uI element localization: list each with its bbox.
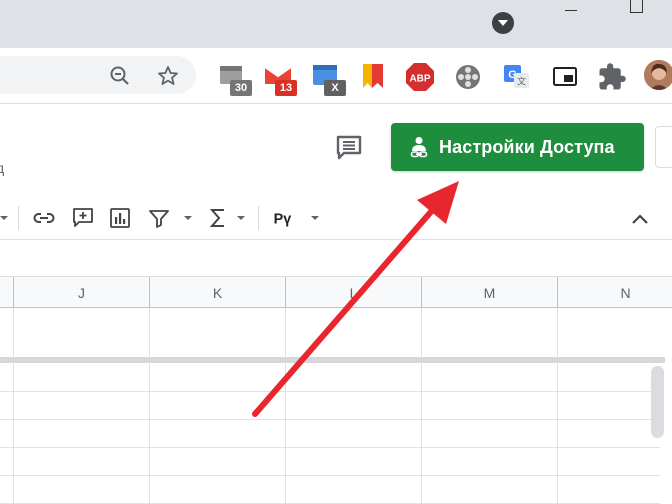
comments-icon[interactable] [335,133,363,161]
share-access-label: Настройки Доступа [439,136,615,157]
adblock-label: ABP [409,74,430,85]
functions-dropdown-caret-icon[interactable] [237,216,245,220]
browser-titlebar [0,0,672,48]
collapse-menus-chevron-up-icon[interactable] [628,208,652,232]
input-tools-icon[interactable]: Рү [272,206,296,230]
grid-row-line [0,419,660,420]
svg-text:文: 文 [517,76,526,88]
column-header-k[interactable]: K [150,277,286,308]
picture-in-picture-icon[interactable] [551,62,581,92]
column-header-m[interactable]: M [422,277,558,308]
person-link-icon [410,137,428,158]
calendar-extension-icon[interactable]: 30 [218,62,252,96]
gmail-badge: 13 [275,80,297,96]
vertical-scrollbar[interactable] [651,366,664,438]
grid-row-line [0,475,660,476]
menu-fragment-text: д [0,160,5,176]
share-access-button[interactable]: Настройки Доступа [391,123,644,171]
insert-chart-icon[interactable] [108,206,132,230]
bookmark-star-icon[interactable] [156,64,180,88]
adblock-icon[interactable]: ABP [405,62,435,92]
column-header-partial[interactable] [0,277,14,308]
film-reel-extension-icon[interactable] [454,62,484,92]
toolbar-separator [258,206,259,230]
x-badge: X [324,80,346,96]
sheets-toolbar [0,196,672,240]
bookmark-extension-icon[interactable] [360,62,390,92]
zoom-out-icon[interactable] [108,64,132,88]
cell-grid[interactable] [0,308,672,504]
formula-bar[interactable] [0,241,672,277]
minimize-window-icon[interactable] [565,10,577,11]
input-tools-label: Рү [274,212,292,228]
x-extension-icon[interactable]: X [312,62,346,96]
grid-row-line [0,391,660,392]
grid-row-line [0,447,660,448]
filter-icon[interactable] [147,206,171,230]
filter-dropdown-caret-icon[interactable] [184,216,192,220]
functions-sigma-icon[interactable] [206,206,230,230]
prev-dropdown-caret-icon[interactable] [0,216,8,220]
account-button-edge[interactable] [655,126,672,168]
maximize-window-icon[interactable] [630,0,643,13]
column-header-j[interactable]: J [14,277,150,308]
column-header-l[interactable]: L [286,277,422,308]
translate-extension-icon[interactable]: G 文 [502,62,532,92]
input-tools-dropdown-caret-icon[interactable] [311,216,319,220]
frozen-rows-divider[interactable] [0,357,665,363]
gmail-extension-icon[interactable]: 13 [263,62,297,96]
profile-avatar[interactable] [644,60,672,90]
calendar-badge: 30 [230,80,252,96]
toolbar-separator [18,206,19,230]
insert-comment-icon[interactable] [71,206,95,230]
insert-link-icon[interactable] [32,206,56,230]
tab-search-dropdown-icon[interactable] [492,12,514,34]
column-header-n[interactable]: N [558,277,672,308]
extensions-puzzle-icon[interactable] [597,62,627,92]
column-header-row: J K L M N [0,277,672,308]
